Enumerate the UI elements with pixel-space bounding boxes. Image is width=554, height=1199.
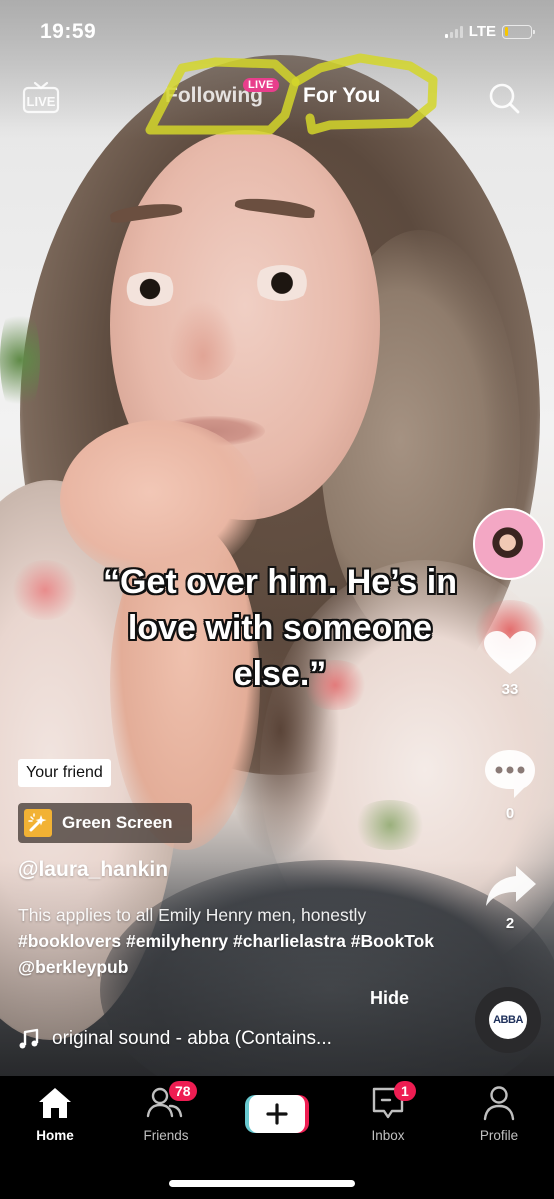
tab-label: Friends bbox=[143, 1128, 189, 1143]
sound-disc-button[interactable]: ABBA bbox=[475, 987, 541, 1053]
video-frame-detail bbox=[60, 420, 260, 580]
sound-disc-label: ABBA bbox=[489, 1001, 527, 1039]
comment-icon bbox=[485, 750, 535, 798]
like-button[interactable]: 33 bbox=[480, 630, 540, 698]
search-button[interactable] bbox=[486, 80, 522, 116]
like-count: 33 bbox=[501, 681, 519, 698]
caption-line: else.” bbox=[233, 654, 327, 693]
tab-profile[interactable]: Profile bbox=[459, 1084, 539, 1143]
comment-button[interactable]: 0 bbox=[480, 748, 540, 822]
video-caption-overlay: “Get over him. He’s in love with someone… bbox=[40, 560, 520, 698]
status-indicators: LTE bbox=[444, 23, 535, 40]
plus-icon bbox=[266, 1103, 288, 1125]
hashtag-link[interactable]: #BookTok bbox=[351, 931, 434, 951]
your-friend-tag: Your friend bbox=[18, 759, 111, 787]
status-time: 19:59 bbox=[40, 20, 97, 43]
tab-label: Inbox bbox=[371, 1128, 405, 1143]
hide-description-button[interactable]: Hide bbox=[370, 988, 409, 1009]
description-text: This applies to all Emily Henry men, hon… bbox=[18, 905, 367, 925]
video-frame-detail bbox=[350, 800, 430, 850]
hashtag-link[interactable]: #emilyhenry bbox=[126, 931, 228, 951]
video-frame-detail bbox=[252, 265, 312, 301]
tab-for-you[interactable]: For You bbox=[303, 84, 380, 108]
tab-label: Home bbox=[36, 1128, 74, 1143]
caption-line: love with someone bbox=[127, 608, 433, 647]
sound-link[interactable]: original sound - abba (Contains... bbox=[18, 1028, 332, 1050]
network-type: LTE bbox=[468, 23, 496, 40]
inbox-badge: 1 bbox=[394, 1081, 416, 1101]
create-button-face bbox=[249, 1095, 305, 1133]
following-live-badge: LIVE bbox=[243, 78, 279, 92]
profile-icon bbox=[483, 1086, 515, 1121]
tab-inbox[interactable]: 1 Inbox bbox=[348, 1081, 428, 1143]
share-button[interactable]: 2 bbox=[480, 862, 540, 932]
battery-icon bbox=[502, 24, 535, 39]
share-count: 2 bbox=[505, 915, 515, 932]
search-icon bbox=[489, 83, 520, 114]
cellular-signal-icon bbox=[444, 25, 463, 38]
music-note-icon bbox=[19, 1028, 39, 1049]
creator-username[interactable]: @laura_hankin bbox=[18, 858, 168, 882]
video-frame-detail bbox=[122, 272, 178, 306]
effect-chip-green-screen[interactable]: Green Screen bbox=[18, 803, 192, 843]
magic-wand-icon bbox=[24, 809, 52, 837]
home-indicator[interactable] bbox=[169, 1180, 355, 1187]
tab-friends[interactable]: 78 Friends bbox=[126, 1081, 206, 1143]
tab-label: Profile bbox=[479, 1128, 519, 1143]
mention-link[interactable]: @berkleypub bbox=[18, 957, 128, 977]
caption-line: “Get over him. He’s in bbox=[103, 563, 457, 601]
effect-label: Green Screen bbox=[62, 813, 173, 832]
create-video-button[interactable] bbox=[245, 1095, 309, 1133]
creator-avatar[interactable] bbox=[473, 508, 545, 580]
heart-icon bbox=[484, 631, 536, 674]
sound-label: original sound - abba (Contains... bbox=[52, 1028, 332, 1049]
video-frame-detail bbox=[168, 300, 238, 380]
home-icon bbox=[39, 1088, 71, 1118]
friends-badge: 78 bbox=[169, 1081, 197, 1101]
video-frame-detail bbox=[0, 300, 40, 420]
share-arrow-icon bbox=[486, 866, 536, 906]
video-description: This applies to all Emily Henry men, hon… bbox=[18, 902, 438, 980]
battery-level bbox=[504, 27, 509, 36]
hashtag-link[interactable]: #booklovers bbox=[18, 931, 121, 951]
comment-count: 0 bbox=[505, 805, 515, 822]
hashtag-link[interactable]: #charlielastra bbox=[233, 931, 346, 951]
tab-home[interactable]: Home bbox=[15, 1084, 95, 1143]
